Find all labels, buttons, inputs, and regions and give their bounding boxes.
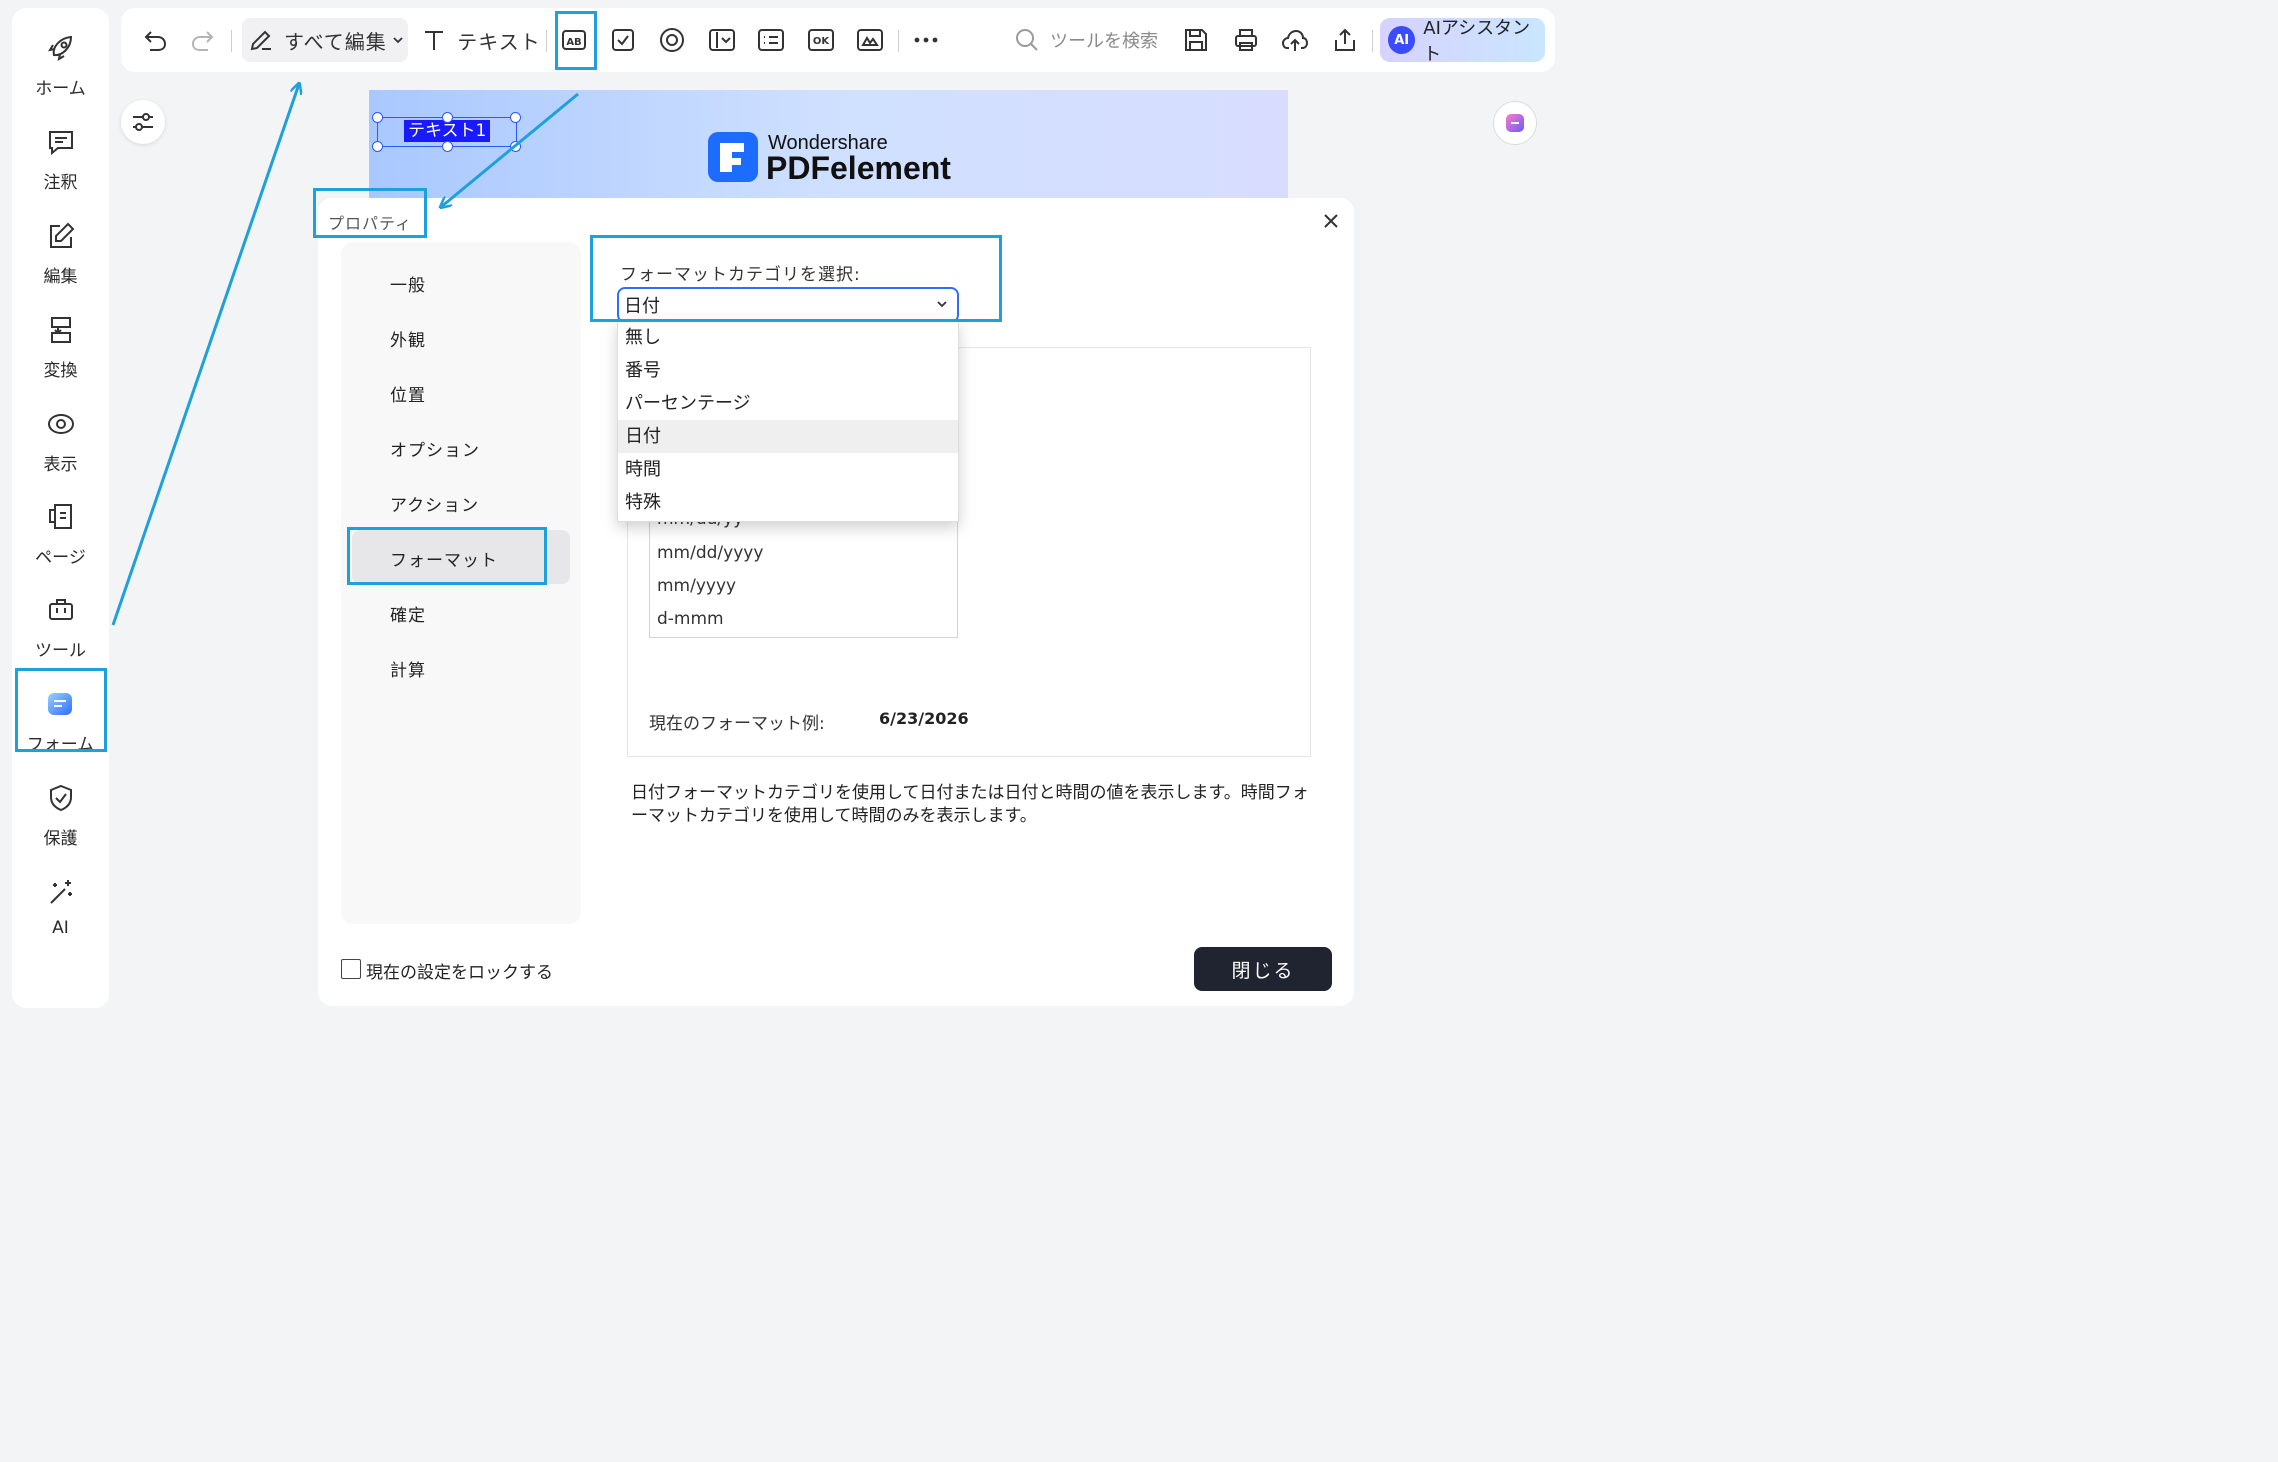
annotation-arrows	[111, 0, 579, 626]
arrow-to-properties	[441, 92, 579, 207]
arrow-to-toolbar	[111, 84, 299, 626]
